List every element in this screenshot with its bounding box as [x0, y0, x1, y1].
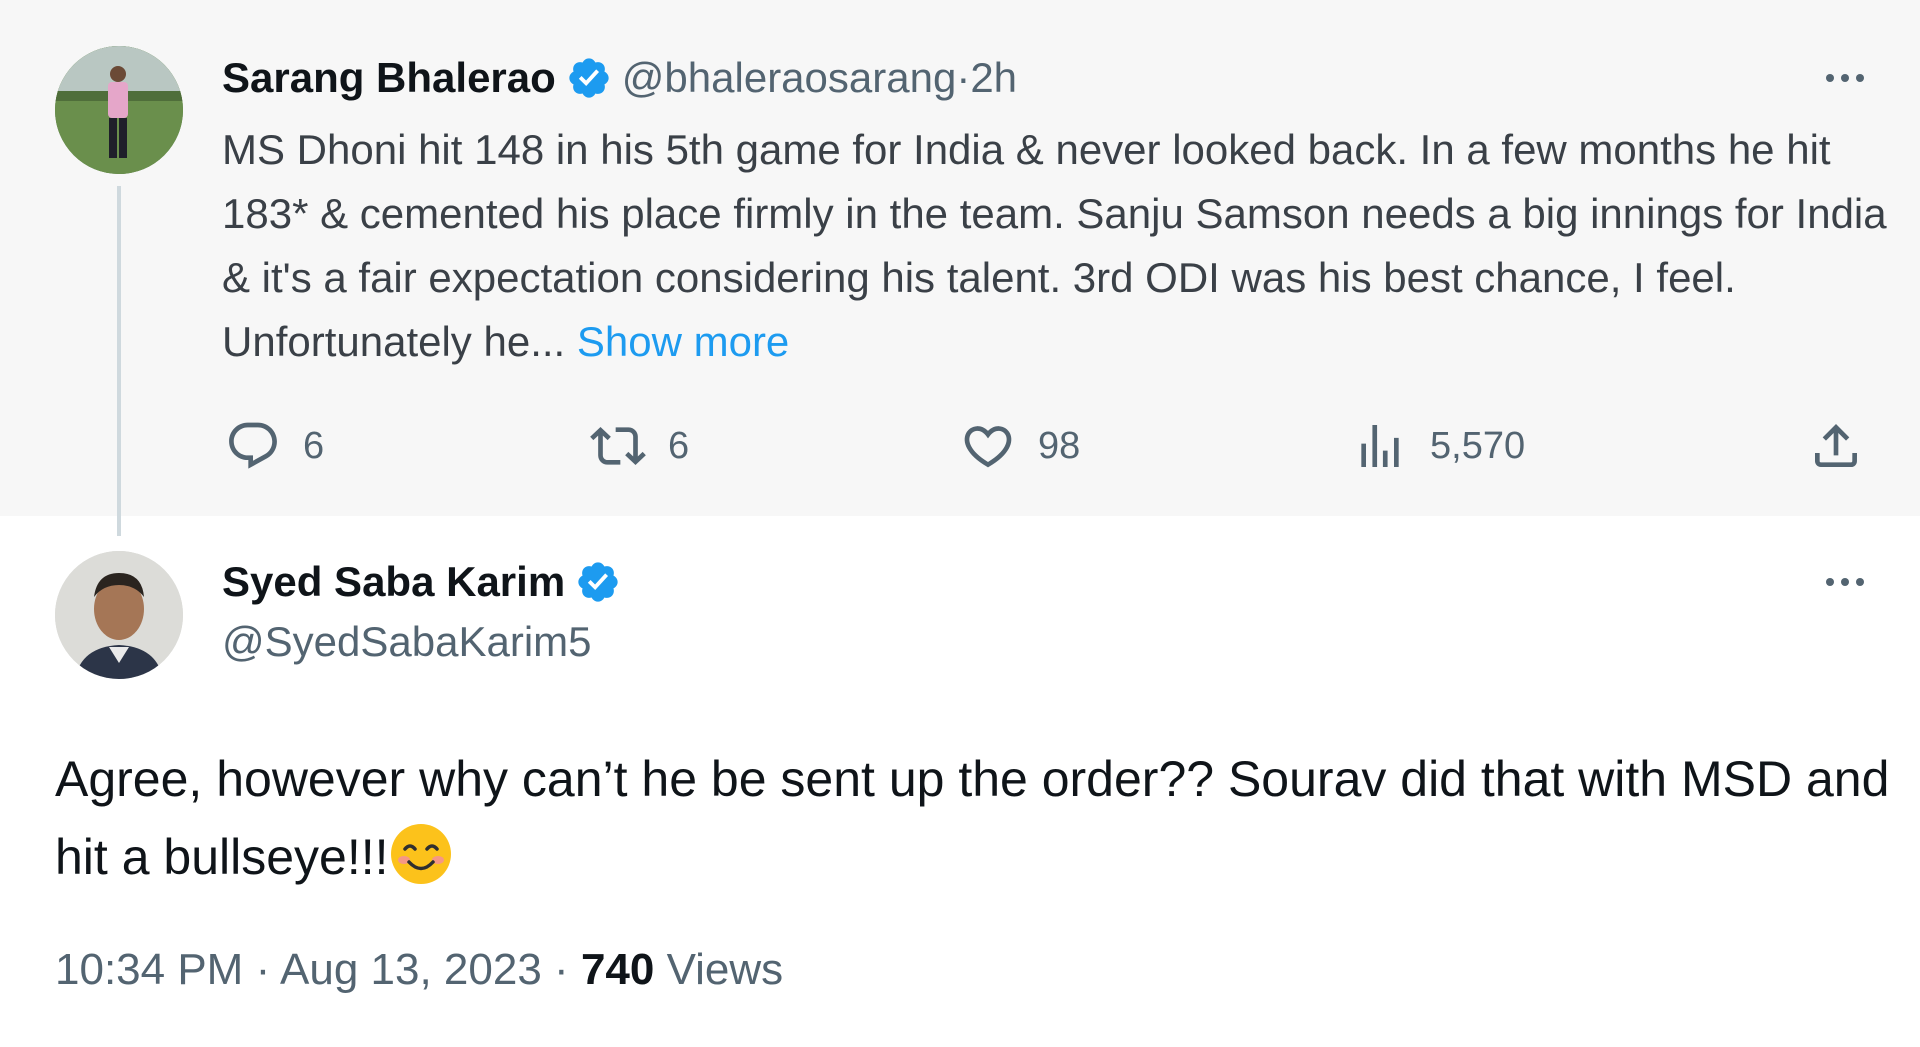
views-count: 740 — [580, 945, 655, 994]
like-count: 98 — [1038, 424, 1081, 467]
display-name[interactable]: Sarang Bhalerao — [222, 54, 556, 102]
reply-handle[interactable]: @SyedSabaKarim5 — [222, 618, 592, 666]
verified-badge-icon — [566, 55, 612, 101]
separator: · — [243, 945, 281, 994]
handle[interactable]: @bhaleraosarang — [622, 54, 957, 102]
reply-text: Agree, however why can’t he be sent up t… — [55, 740, 1895, 896]
tweet-body: MS Dhoni hit 148 in his 5th game for Ind… — [222, 126, 1887, 365]
reply-count: 6 — [303, 424, 325, 467]
reply-icon — [229, 422, 277, 469]
reply-display-name[interactable]: Syed Saba Karim — [222, 558, 565, 606]
reply-body: Agree, however why can’t he be sent up t… — [55, 751, 1890, 885]
reply-avatar[interactable] — [55, 551, 183, 679]
avatar[interactable] — [55, 46, 183, 174]
separator: · — [956, 54, 971, 101]
views-icon — [1361, 425, 1399, 467]
parent-tweet[interactable]: Sarang Bhalerao @bhaleraosarang · 2h MS … — [0, 0, 1920, 516]
retweet-count: 6 — [668, 424, 690, 467]
separator: · — [541, 945, 581, 994]
like-icon — [964, 426, 1012, 468]
thread-connector — [117, 186, 121, 536]
like-button[interactable]: 98 — [960, 416, 1080, 476]
smiling-face-icon — [389, 822, 453, 886]
reply-header: Syed Saba Karim — [222, 554, 621, 610]
retweet-icon — [590, 427, 646, 465]
share-button[interactable] — [1808, 416, 1864, 476]
post-time[interactable]: 10:34 PM — [55, 945, 243, 994]
verified-badge-icon — [575, 559, 621, 605]
tweet-text: MS Dhoni hit 148 in his 5th game for Ind… — [222, 118, 1887, 374]
show-more-link[interactable]: Show more — [565, 318, 789, 365]
more-icon[interactable] — [1815, 58, 1875, 98]
retweet-button[interactable]: 6 — [590, 416, 689, 476]
views-button[interactable]: 5,570 — [1352, 416, 1525, 476]
reply-button[interactable]: 6 — [225, 416, 324, 476]
post-date[interactable]: Aug 13, 2023 — [280, 945, 542, 994]
tweet-meta: 10:34 PM · Aug 13, 2023 · 740 Views — [55, 945, 783, 995]
views-count: 5,570 — [1430, 424, 1526, 467]
share-icon — [1815, 424, 1857, 467]
tweet-header: Sarang Bhalerao @bhaleraosarang · 2h — [222, 50, 1017, 106]
timestamp[interactable]: 2h — [970, 54, 1017, 102]
views-label: Views — [654, 945, 784, 994]
more-icon[interactable] — [1815, 562, 1875, 602]
